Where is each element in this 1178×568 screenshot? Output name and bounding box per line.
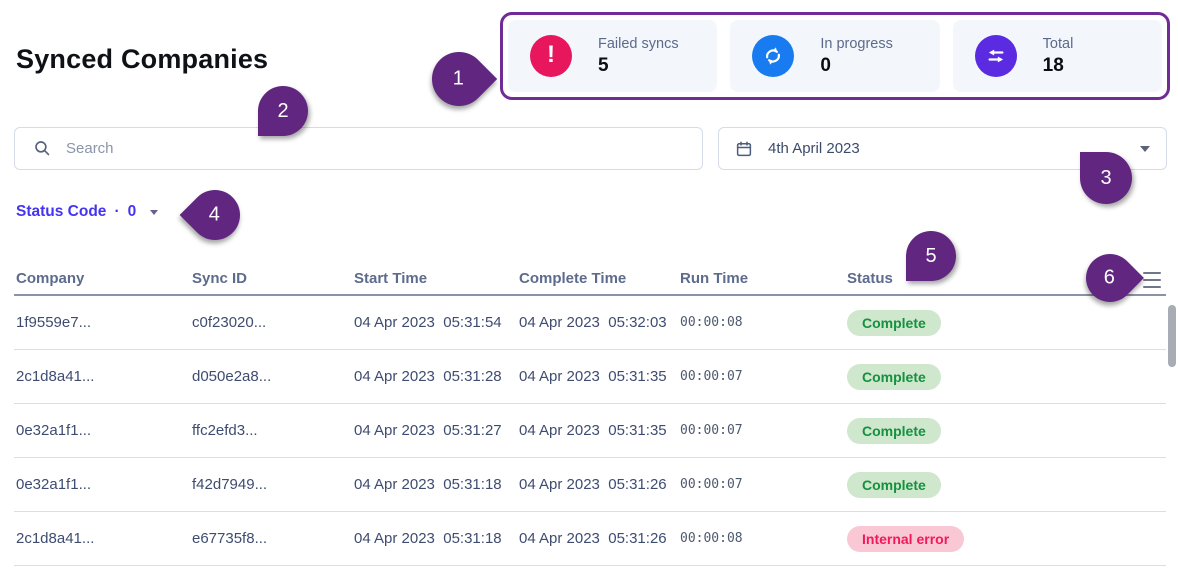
- table-row[interactable]: 2c1d8a41... d050e2a8... 04 Apr 2023 05:3…: [14, 350, 1166, 404]
- table-row[interactable]: 0e32a1f1... f42d7949... 04 Apr 2023 05:3…: [14, 458, 1166, 512]
- cell-company: 1f9559e7...: [16, 314, 92, 331]
- cell-run-time: 00:00:07: [680, 477, 743, 492]
- calendar-icon: [735, 140, 753, 158]
- stats-panel: ! Failed syncs 5 In progress 0 Total 18: [500, 12, 1170, 100]
- cell-company: 0e32a1f1...: [16, 422, 92, 439]
- stat-value: 0: [820, 54, 831, 76]
- cell-sync-id: f42d7949...: [192, 476, 268, 493]
- filter-label: Status Code: [16, 203, 107, 220]
- alert-circle-icon: !: [530, 35, 572, 77]
- vertical-scrollbar-thumb[interactable]: [1168, 305, 1176, 367]
- cell-complete-time: 04 Apr 2023 05:32:03: [519, 314, 667, 331]
- cell-start-time: 04 Apr 2023 05:31:28: [354, 368, 502, 385]
- caret-down-icon[interactable]: [1140, 145, 1150, 152]
- cell-sync-id: c0f23020...: [192, 314, 267, 331]
- cell-company: 2c1d8a41...: [16, 368, 95, 385]
- stat-card-total: Total 18: [952, 20, 1162, 92]
- page-title: Synced Companies: [16, 44, 269, 74]
- status-badge: Complete: [847, 363, 941, 390]
- cell-start-time: 04 Apr 2023 05:31:18: [354, 476, 502, 493]
- column-header-complete-time: Complete Time: [519, 270, 627, 287]
- stat-card-failed-syncs: ! Failed syncs 5: [508, 20, 718, 92]
- filter-separator: ·: [114, 203, 120, 220]
- search-box: [14, 127, 703, 170]
- caret-down-icon[interactable]: [150, 209, 159, 215]
- callout-badge-4: 4: [179, 179, 251, 251]
- status-badge: Complete: [847, 309, 941, 336]
- callout-badge-2: 2: [258, 86, 308, 136]
- filter-count: 0: [127, 203, 137, 220]
- callout-badge-1: 1: [420, 40, 498, 118]
- cell-sync-id: ffc2efd3...: [192, 422, 258, 439]
- search-icon: [33, 139, 52, 158]
- transfer-arrows-icon: [974, 35, 1017, 77]
- stat-value: 5: [598, 54, 609, 76]
- table-row[interactable]: 1f9559e7... c0f23020... 04 Apr 2023 05:3…: [14, 296, 1166, 350]
- cell-complete-time: 04 Apr 2023 05:31:35: [519, 422, 667, 439]
- cell-sync-id: e67735f8...: [192, 530, 268, 547]
- status-code-filter[interactable]: Status Code · 0: [16, 203, 159, 221]
- table-row[interactable]: 0e32a1f1... ffc2efd3... 04 Apr 2023 05:3…: [14, 404, 1166, 458]
- column-header-run-time: Run Time: [680, 270, 749, 287]
- column-header-company: Company: [16, 270, 85, 287]
- stat-label: Failed syncs: [598, 35, 679, 52]
- table-row[interactable]: 2c1d8a41... e67735f8... 04 Apr 2023 05:3…: [14, 512, 1166, 566]
- date-picker-value: 4th April 2023: [768, 140, 860, 157]
- table-body: 1f9559e7... c0f23020... 04 Apr 2023 05:3…: [14, 296, 1166, 566]
- cell-start-time: 04 Apr 2023 05:31:54: [354, 314, 502, 331]
- cell-run-time: 00:00:08: [680, 315, 743, 330]
- search-input[interactable]: [66, 140, 702, 157]
- column-header-sync-id: Sync ID: [192, 270, 248, 287]
- cell-run-time: 00:00:07: [680, 423, 743, 438]
- cell-run-time: 00:00:08: [680, 531, 743, 546]
- table-header: Company Sync ID Start Time Complete Time…: [14, 263, 1166, 296]
- callout-badge-3: 3: [1080, 152, 1132, 204]
- callout-badge-5: 5: [906, 231, 956, 281]
- cell-company: 2c1d8a41...: [16, 530, 95, 547]
- synced-companies-page: Synced Companies ! Failed syncs 5 In pro…: [0, 0, 1178, 568]
- cell-complete-time: 04 Apr 2023 05:31:35: [519, 368, 667, 385]
- cell-run-time: 00:00:07: [680, 369, 743, 384]
- cell-complete-time: 04 Apr 2023 05:31:26: [519, 476, 667, 493]
- stat-value: 18: [1042, 54, 1064, 76]
- column-header-start-time: Start Time: [354, 270, 428, 287]
- hamburger-menu-icon[interactable]: [1143, 272, 1161, 288]
- cell-start-time: 04 Apr 2023 05:31:27: [354, 422, 502, 439]
- stat-card-in-progress: In progress 0: [730, 20, 940, 92]
- cell-start-time: 04 Apr 2023 05:31:18: [354, 530, 502, 547]
- status-badge: Complete: [847, 417, 941, 444]
- cell-complete-time: 04 Apr 2023 05:31:26: [519, 530, 667, 547]
- status-badge: Complete: [847, 471, 941, 498]
- cell-sync-id: d050e2a8...: [192, 368, 272, 385]
- cell-company: 0e32a1f1...: [16, 476, 92, 493]
- sync-icon: [752, 35, 795, 77]
- stat-label: Total: [1042, 35, 1074, 52]
- status-badge: Internal error: [847, 525, 965, 552]
- stat-label: In progress: [820, 35, 893, 52]
